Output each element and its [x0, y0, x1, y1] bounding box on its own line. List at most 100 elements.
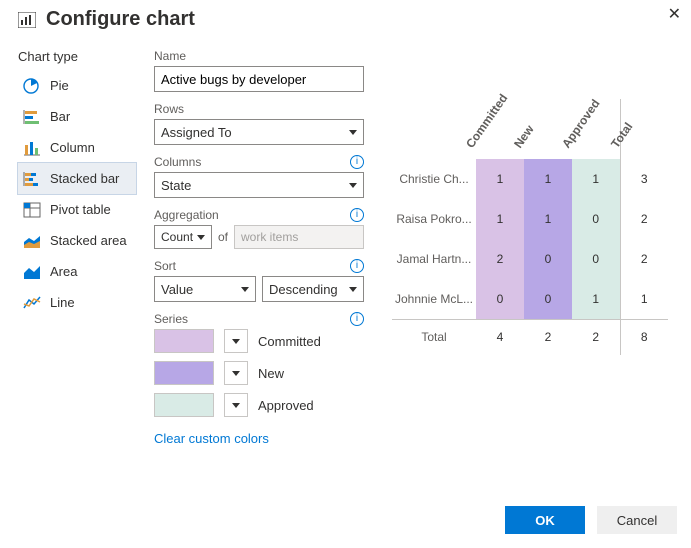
pivot-total-row: Total4228: [392, 319, 668, 355]
chart-type-label: Pivot table: [50, 202, 111, 217]
chevron-down-icon: [241, 287, 249, 292]
chart-type-column[interactable]: Column: [18, 132, 136, 163]
sort-info-icon[interactable]: i: [350, 259, 364, 273]
pivot-row-header: Jamal Hartn...: [392, 239, 476, 279]
bar-icon: [22, 108, 42, 126]
rows-label: Rows: [154, 102, 184, 116]
pivot-cell: 1: [572, 279, 620, 319]
area-icon: [22, 263, 42, 281]
chevron-down-icon: [349, 183, 357, 188]
columns-label: Columns: [154, 155, 201, 169]
of-label: of: [218, 230, 228, 244]
chart-type-label: Line: [50, 295, 75, 310]
pivot-cell: 1: [524, 199, 572, 239]
chevron-down-icon: [349, 287, 357, 292]
preview-pivot-table: CommittedNewApprovedTotal Christie Ch...…: [392, 99, 668, 355]
series-name: New: [258, 366, 284, 381]
rows-select[interactable]: Assigned To: [154, 119, 364, 145]
series-name: Approved: [258, 398, 314, 413]
series-color-swatch[interactable]: [154, 361, 214, 385]
aggregation-label: Aggregation: [154, 208, 219, 222]
chart-type-label: Bar: [50, 109, 70, 124]
chart-type-stacked-bar[interactable]: Stacked bar: [18, 163, 136, 194]
chevron-down-icon: [232, 339, 240, 344]
series-item: Committed: [154, 329, 364, 353]
dialog-title: Configure chart: [46, 8, 195, 31]
pivot-row-header: Johnnie McL...: [392, 279, 476, 319]
series-info-icon[interactable]: i: [350, 312, 364, 326]
sort-field-select[interactable]: Value: [154, 276, 256, 302]
series-label: Series: [154, 312, 188, 326]
chart-type-label: Stacked bar: [50, 171, 119, 186]
pivot-cell: 0: [572, 199, 620, 239]
series-item: New: [154, 361, 364, 385]
chart-type-label: Pie: [50, 78, 69, 93]
chevron-down-icon: [232, 403, 240, 408]
chart-type-label: Area: [50, 264, 77, 279]
close-icon[interactable]: ✕: [668, 4, 681, 24]
sort-direction-select[interactable]: Descending: [262, 276, 364, 302]
pivot-col-header: Total: [620, 99, 668, 159]
aggregation-value: Count: [161, 230, 193, 244]
pivot-cell: 0: [524, 239, 572, 279]
pivot-cell: 0: [572, 239, 620, 279]
chart-type-label: Stacked area: [50, 233, 127, 248]
pivot-cell: 1: [572, 159, 620, 199]
chart-type-area[interactable]: Area: [18, 256, 136, 287]
clear-custom-colors-link[interactable]: Clear custom colors: [154, 431, 269, 446]
pivot-cell: 1: [476, 199, 524, 239]
pivot-cell: 1: [476, 159, 524, 199]
chart-type-label: Column: [50, 140, 95, 155]
pivot-total-cell: 8: [620, 319, 668, 355]
series-color-swatch[interactable]: [154, 393, 214, 417]
pivot-total-cell: 2: [572, 319, 620, 355]
chevron-down-icon: [349, 130, 357, 135]
pivot-cell: 0: [476, 279, 524, 319]
pivot-row: Raisa Pokro...1102: [392, 199, 668, 239]
name-input[interactable]: [154, 66, 364, 92]
sort-field-value: Value: [161, 282, 193, 297]
pivot-row: Christie Ch...1113: [392, 159, 668, 199]
sort-direction-value: Descending: [269, 282, 338, 297]
pivot-row: Jamal Hartn...2002: [392, 239, 668, 279]
pivot-row-header: Christie Ch...: [392, 159, 476, 199]
sort-label: Sort: [154, 259, 176, 273]
chevron-down-icon: [197, 235, 205, 240]
aggregation-field: work items: [234, 225, 364, 249]
series-color-dropdown[interactable]: [224, 329, 248, 353]
columns-select[interactable]: State: [154, 172, 364, 198]
chart-type-stacked-area[interactable]: Stacked area: [18, 225, 136, 256]
series-color-dropdown[interactable]: [224, 361, 248, 385]
stacked-area-icon: [22, 232, 42, 250]
pivot-col-header: Approved: [572, 99, 620, 159]
pivot-cell: 2: [620, 199, 668, 239]
dialog-header: Configure chart: [18, 8, 681, 31]
name-label: Name: [154, 49, 186, 63]
pivot-total-label: Total: [392, 319, 476, 355]
pivot-cell: 2: [620, 239, 668, 279]
pivot-cell: 0: [524, 279, 572, 319]
column-icon: [22, 139, 42, 157]
pivot-table-icon: [22, 201, 42, 219]
series-color-swatch[interactable]: [154, 329, 214, 353]
chart-type-pie[interactable]: Pie: [18, 70, 136, 101]
series-item: Approved: [154, 393, 364, 417]
cancel-button[interactable]: Cancel: [597, 506, 677, 534]
chevron-down-icon: [232, 371, 240, 376]
chart-type-pivot-table[interactable]: Pivot table: [18, 194, 136, 225]
pivot-cell: 2: [476, 239, 524, 279]
columns-info-icon[interactable]: i: [350, 155, 364, 169]
series-color-dropdown[interactable]: [224, 393, 248, 417]
pie-icon: [22, 77, 42, 95]
pivot-col-header: Committed: [476, 99, 524, 159]
pivot-row-header: Raisa Pokro...: [392, 199, 476, 239]
pivot-cell: 3: [620, 159, 668, 199]
stacked-bar-icon: [22, 170, 42, 188]
ok-button[interactable]: OK: [505, 506, 585, 534]
chart-icon: [18, 12, 36, 28]
chart-type-line[interactable]: Line: [18, 287, 136, 318]
chart-type-bar[interactable]: Bar: [18, 101, 136, 132]
aggregation-info-icon[interactable]: i: [350, 208, 364, 222]
pivot-total-cell: 2: [524, 319, 572, 355]
aggregation-select[interactable]: Count: [154, 225, 212, 249]
